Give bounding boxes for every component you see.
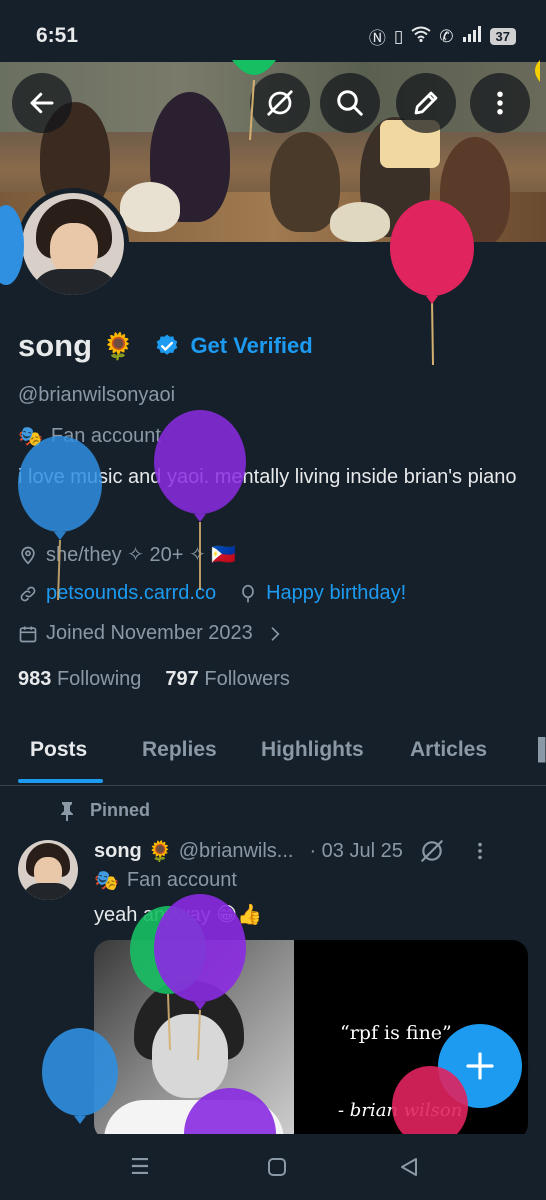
battery-indicator: 37: [489, 28, 516, 45]
pronouns-text: she/they ✧ 20+ ✧ 🇵🇭: [46, 544, 237, 566]
pinned-indicator: Pinned: [58, 800, 150, 821]
grok-icon: [267, 90, 293, 116]
tab-replies[interactable]: Replies: [142, 738, 217, 762]
avatar-body: [30, 269, 120, 295]
status-icons: Ⓝ ▯ ✆ 37: [369, 24, 516, 49]
profile-handle: @brianwilsonyaoi: [18, 384, 176, 406]
banner-goat: [120, 182, 180, 232]
profile-avatar[interactable]: [17, 188, 129, 300]
compose-button[interactable]: [438, 1024, 522, 1108]
avatar-face: [50, 223, 98, 275]
active-tab-indicator: [18, 779, 103, 783]
post-date[interactable]: · 03 Jul 25: [309, 840, 402, 863]
tab-overflow[interactable]: ▌: [538, 738, 546, 762]
post-fan-account-label: 🎭 Fan account: [94, 868, 237, 893]
joined-text: Joined November 2023: [46, 622, 253, 644]
post-text: yeah anyway 😁👍: [94, 904, 263, 926]
wifi-calling-icon: ✆: [439, 26, 454, 46]
pronouns-row: she/they ✧ 20+ ✧ 🇵🇭: [18, 542, 236, 567]
banner-goat: [330, 202, 390, 242]
post-author-name[interactable]: song: [94, 840, 142, 863]
fan-account-text: Fan account: [50, 425, 161, 447]
fan-account-label: 🎭 Fan account: [18, 424, 161, 449]
calendar-icon: [19, 626, 37, 642]
media-photo: [94, 940, 294, 1140]
media-quote: “rpf is fine”: [340, 1022, 452, 1044]
chevron-right-icon: [271, 626, 280, 641]
search-icon: [337, 90, 363, 116]
avatar-body: [22, 883, 74, 900]
edit-button[interactable]: [396, 73, 456, 133]
followers-label: Followers: [204, 668, 290, 690]
following-link[interactable]: 983 Following: [18, 668, 141, 691]
birthday-link[interactable]: Happy birthday!: [266, 582, 406, 605]
plus-icon: [466, 1052, 494, 1080]
edit-icon: [414, 91, 438, 115]
pin-icon: [61, 801, 73, 821]
home-icon[interactable]: [266, 1156, 288, 1178]
get-verified-link[interactable]: Get Verified: [190, 333, 312, 359]
tab-highlights[interactable]: Highlights: [261, 738, 364, 762]
post-label-text: Fan account: [126, 869, 237, 891]
more-button[interactable]: [470, 73, 530, 133]
location-pin-icon: [21, 546, 35, 565]
post-header: song 🌻 @brianwils... · 03 Jul 25: [94, 838, 491, 864]
tab-articles[interactable]: Articles: [410, 738, 487, 762]
theater-masks-icon: 🎭: [94, 870, 119, 892]
tab-posts[interactable]: Posts: [30, 738, 87, 762]
website-link[interactable]: petsounds.carrd.co: [46, 582, 216, 605]
sunflower-emoji: 🌻: [147, 840, 173, 863]
verified-badge-icon[interactable]: [154, 333, 180, 359]
recent-apps-icon[interactable]: ☰: [130, 1154, 150, 1180]
followers-count: 797: [165, 668, 199, 690]
post-author-avatar[interactable]: [18, 840, 78, 900]
post-more-icon[interactable]: [469, 840, 491, 862]
back-button[interactable]: [12, 73, 72, 133]
sunflower-emoji: 🌻: [102, 330, 135, 361]
photo-face: [152, 1014, 228, 1098]
back-arrow-icon: [30, 92, 54, 114]
theater-masks-icon: 🎭: [18, 426, 43, 448]
display-name: song: [18, 328, 93, 363]
grok-icon[interactable]: [419, 838, 445, 864]
following-label: Following: [56, 668, 142, 690]
profile-tabs: Posts Replies Highlights Articles ▌: [0, 728, 546, 786]
system-navigation-bar: ☰: [0, 1134, 546, 1200]
nfc-icon: Ⓝ: [368, 29, 386, 48]
link-icon: [20, 586, 36, 601]
banner-figure: [270, 132, 340, 232]
followers-link[interactable]: 797 Followers: [165, 668, 290, 691]
follow-counts: 983 Following 797 Followers: [18, 668, 290, 691]
following-count: 983: [18, 668, 52, 690]
grok-button[interactable]: [250, 73, 310, 133]
search-button[interactable]: [320, 73, 380, 133]
joined-row[interactable]: Joined November 2023: [18, 622, 285, 645]
balloon-icon: [242, 584, 254, 602]
status-bar: 6:51 Ⓝ ▯ ✆ 37: [0, 0, 546, 62]
signal-icon: [462, 26, 482, 47]
wifi-icon: [411, 26, 431, 47]
status-time: 6:51: [36, 24, 79, 47]
profile-bio: i love music and yaoi. mentally living i…: [18, 466, 517, 488]
pinned-label: Pinned: [90, 800, 151, 820]
post-author-handle[interactable]: @brianwils...: [179, 840, 294, 863]
links-row: petsounds.carrd.co Happy birthday!: [18, 582, 406, 605]
profile-name-row: song 🌻 Get Verified: [18, 328, 313, 364]
balloon-icon: [18, 436, 102, 601]
more-vertical-icon: [497, 91, 503, 115]
back-nav-icon[interactable]: [398, 1156, 420, 1178]
banner-figure: [440, 137, 510, 242]
vibrate-icon: ▯: [393, 26, 404, 46]
media-quote-author: - brian wilson: [338, 1100, 463, 1121]
